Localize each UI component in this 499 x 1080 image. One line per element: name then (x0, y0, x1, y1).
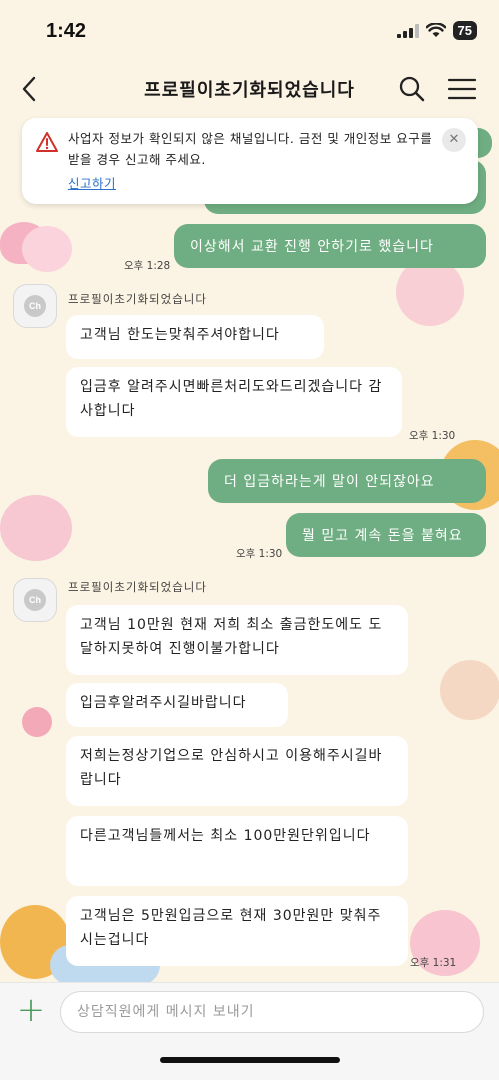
outgoing-message: 이상해서 교환 진행 안하기로 했습니다 (174, 224, 486, 268)
profile-avatar-icon[interactable]: Ch (13, 578, 57, 622)
home-indicator (160, 1057, 340, 1063)
pink-small-flower-decor (22, 707, 52, 737)
incoming-message: 고객님 한도는맞춰주셔야합니다 (66, 315, 324, 359)
message-text: 입금후알려주시길바랍니다 (80, 695, 247, 711)
message-input[interactable] (60, 991, 484, 1033)
message-time: 오후 1:30 (409, 430, 456, 442)
incoming-message: 다른고객님들께서는 최소 100만원단위입니다 (66, 816, 408, 886)
status-bar: 1:42 75 (0, 0, 499, 62)
message-text: 다른고객님들께서는 최소 100만원단위입니다 (80, 828, 371, 844)
menu-icon[interactable] (447, 75, 477, 103)
search-icon[interactable] (397, 74, 427, 104)
report-link[interactable]: 신고하기 (68, 173, 116, 192)
status-time: 1:42 (46, 20, 87, 42)
plus-icon[interactable]: + (14, 993, 48, 1029)
peach-decor (440, 660, 499, 720)
notice-text: 사업자 정보가 확인되지 않은 채널입니다. 금전 및 개인정보 요구를 받을 … (68, 131, 433, 167)
avatar-default-icon: Ch (24, 589, 46, 611)
message-input-bar: + (0, 982, 499, 1080)
profile-avatar-icon[interactable]: Ch (13, 284, 57, 328)
message-text: 고객님은 5만원입금으로 현재 30만원만 맞춰주시는겁니다 (80, 908, 382, 948)
incoming-message: 입금후알려주시길바랍니다 (66, 683, 288, 727)
chat-header: 프로필이초기화되었습니다 (0, 62, 499, 116)
incoming-message: 고객님 10만원 현재 저희 최소 출금한도에도 도달하지못하여 진행이불가합니… (66, 605, 408, 675)
message-text: 입금후 알려주시면빠른처리도와드리겠습니다 감사합니다 (80, 379, 383, 419)
outgoing-message: 뭘 믿고 계속 돈을 붙혀요 (286, 513, 486, 557)
message-text: 고객님 10만원 현재 저희 최소 출금한도에도 도달하지못하여 진행이불가합니… (80, 617, 383, 657)
wifi-icon (425, 23, 446, 37)
pink-character-decor (0, 495, 72, 561)
pink-flower-decor (396, 258, 464, 326)
avatar-default-icon: Ch (24, 295, 46, 317)
close-icon[interactable]: ✕ (442, 128, 466, 152)
message-text: 더 입금하라는게 말이 안되잖아요 (224, 474, 435, 490)
message-text: 이상해서 교환 진행 안하기로 했습니다 (190, 239, 434, 255)
message-text: 뭘 믿고 계속 돈을 붙혀요 (302, 528, 463, 544)
warning-icon (36, 132, 58, 152)
status-icons: 75 (396, 21, 477, 40)
incoming-message: 입금후 알려주시면빠른처리도와드리겠습니다 감사합니다 (66, 367, 402, 437)
outgoing-message: 더 입금하라는게 말이 안되잖아요 (208, 459, 486, 503)
unverified-channel-notice: 사업자 정보가 확인되지 않은 채널입니다. 금전 및 개인정보 요구를 받을 … (22, 118, 478, 204)
signal-icon (396, 23, 419, 38)
incoming-message: 저희는정상기업으로 안심하시고 이용해주시길바랍니다 (66, 736, 408, 806)
message-time: 오후 1:30 (236, 548, 283, 560)
battery-indicator: 75 (452, 21, 477, 40)
message-text: 저희는정상기업으로 안심하시고 이용해주시길바랍니다 (80, 748, 383, 788)
message-time: 오후 1:31 (410, 957, 457, 969)
message-time: 오후 1:28 (124, 260, 171, 272)
character-decor (22, 226, 72, 272)
sender-name: 프로필이초기화되었습니다 (68, 580, 207, 594)
incoming-message: 고객님은 5만원입금으로 현재 30만원만 맞춰주시는겁니다 (66, 896, 408, 966)
sender-name: 프로필이초기화되었습니다 (68, 292, 207, 306)
message-text: 고객님 한도는맞춰주셔야합니다 (80, 327, 280, 343)
